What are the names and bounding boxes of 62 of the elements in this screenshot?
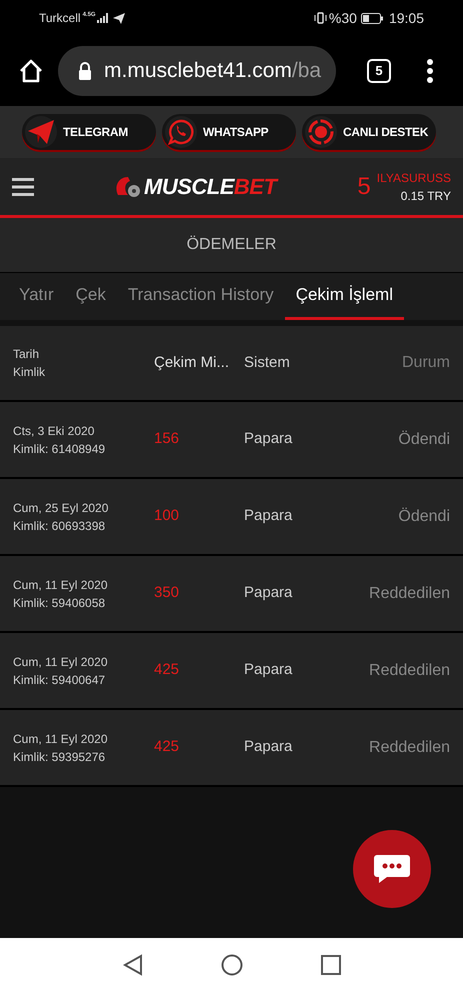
table-cell-text: 425 [154, 737, 180, 758]
logo-text: MUSCLE [144, 173, 234, 201]
column-header: Çekim Mi... [154, 352, 230, 373]
table-cell-text: Reddedilen [369, 584, 450, 604]
address-bar[interactable]: m.musclebet41.com/ba [58, 46, 336, 96]
url-text: m.musclebet41.com/ba [104, 58, 322, 84]
table-cell-text: 100 [154, 506, 180, 526]
carrier-name: Turkcell [39, 10, 81, 27]
table-cell-text: Kimlik: 59395276 [13, 748, 106, 766]
recents-icon[interactable] [320, 955, 340, 975]
paper-plane-icon [28, 120, 54, 144]
column-header: Kimlik [13, 364, 46, 381]
table-cell-text: Papara [244, 583, 292, 604]
username: ILYASURUSS [376, 170, 451, 186]
column-header: Sistem [244, 352, 290, 373]
send-icon [112, 12, 125, 24]
table-cell-text: Reddedilen [369, 660, 450, 680]
phone-bubble-icon [168, 119, 194, 145]
tab[interactable]: Transaction History [116, 273, 285, 320]
table-cell-text: Kimlik: 59400647 [13, 672, 106, 688]
table-cell-text: Cum, 11 Eyl 2020 [13, 654, 108, 670]
table-cell-text: Papara [244, 660, 292, 680]
signal-icon [96, 13, 109, 23]
page-title: ÖDEMELER [186, 234, 276, 255]
table-cell-text: Ödendi [398, 506, 450, 526]
notification-count: 5 [357, 172, 371, 202]
table-cell-text: 350 [154, 583, 180, 604]
table-cell-text: 156 [154, 429, 180, 450]
column-header: Durum [402, 353, 450, 373]
table-cell-text: Cum, 11 Eyl 2020 [13, 730, 108, 748]
table-cell-text: Kimlik: 60693398 [13, 518, 106, 534]
table-cell-text: Cum, 11 Eyl 2020 [13, 576, 108, 594]
battery-percent: %30 [328, 8, 357, 28]
social-button[interactable]: WHATSAPP [162, 114, 296, 150]
home-icon[interactable] [220, 954, 242, 976]
more-icon[interactable] [427, 59, 433, 83]
social-button[interactable]: TELEGRAM [22, 114, 156, 150]
table-cell-text: Ödendi [398, 430, 450, 450]
logo-text: BET [234, 173, 276, 201]
table-cell-text: 425 [154, 660, 180, 680]
tab-count[interactable]: 5 [367, 59, 391, 83]
table-cell-text: Reddedilen [369, 738, 450, 758]
table-cell-text: Kimlik: 61408949 [13, 440, 106, 458]
chat-icon [373, 853, 411, 885]
lock-icon [78, 62, 92, 80]
vibrate-icon [314, 12, 327, 24]
table-cell-text: Cts, 3 Eki 2020 [13, 422, 96, 440]
tab[interactable]: Çek [64, 273, 117, 320]
table-cell-text: Papara [244, 506, 292, 526]
balance: 0.15 TRY [400, 188, 451, 204]
column-header: Tarih [13, 346, 40, 363]
social-button[interactable]: CANLI DESTEK [302, 114, 436, 150]
battery-icon [360, 12, 383, 24]
menu-icon[interactable] [12, 176, 34, 196]
table-cell-text: Cum, 25 Eyl 2020 [13, 500, 110, 516]
table-cell-text: Papara [244, 737, 292, 758]
tab[interactable]: Çekim İşleml [284, 273, 404, 320]
table-cell-text: Kimlik: 59406058 [13, 594, 106, 612]
tab[interactable]: Yatır [8, 273, 65, 320]
clock: 19:05 [388, 8, 424, 28]
back-icon[interactable] [122, 954, 142, 976]
table-cell-text: Papara [244, 429, 292, 450]
